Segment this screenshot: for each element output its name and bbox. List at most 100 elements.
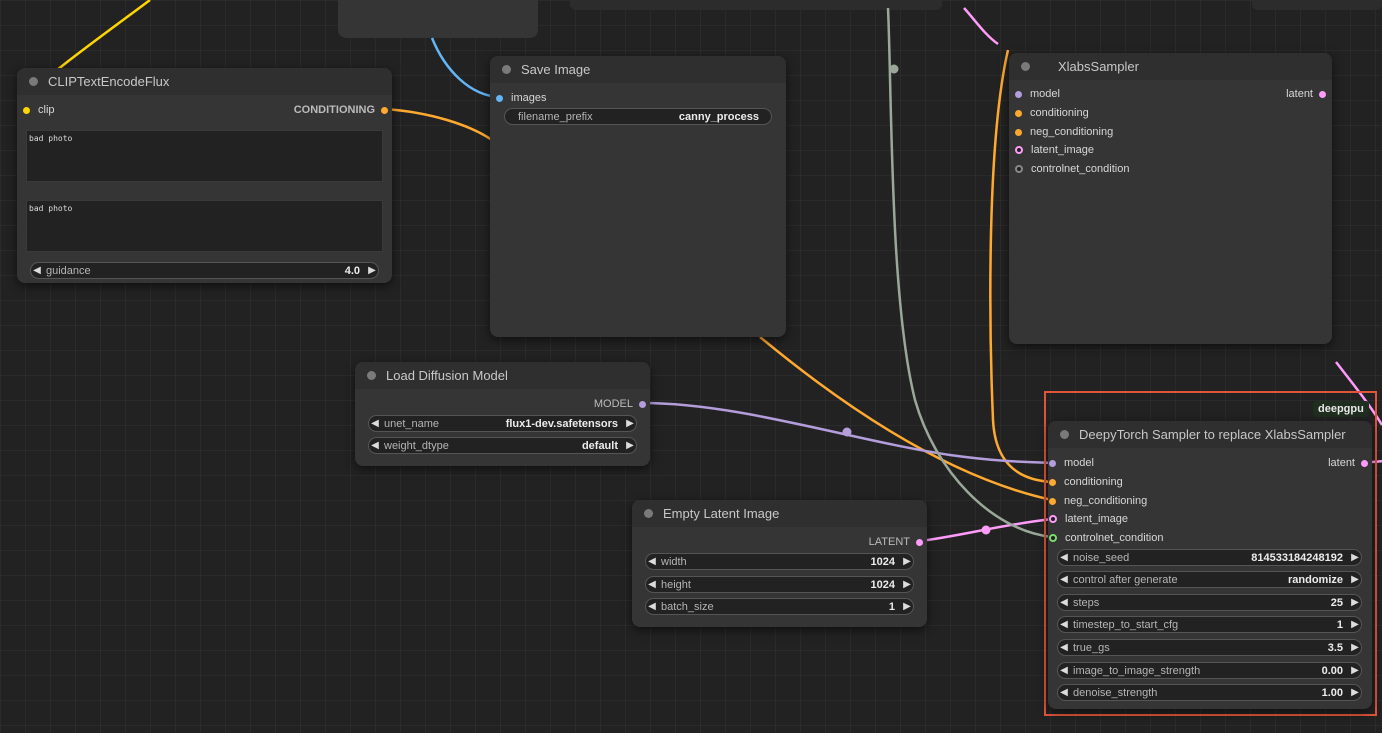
node-title-bar[interactable]: Save Image (490, 56, 786, 83)
widget-steps[interactable]: ◀ steps 25 ▶ (1057, 594, 1362, 611)
output-slot-latent[interactable]: LATENT (869, 535, 923, 549)
input-slot-latent-image[interactable]: latent_image (1049, 512, 1128, 526)
increment-arrow-icon[interactable]: ▶ (901, 601, 913, 612)
input-slot-clip[interactable]: clip (23, 103, 55, 117)
widget-guidance[interactable]: ◀ guidance 4.0 ▶ (30, 262, 379, 279)
decrement-arrow-icon[interactable]: ◀ (369, 440, 381, 451)
output-dot-icon[interactable] (1361, 459, 1368, 467)
widget-denoise-strength[interactable]: ◀ denoise_strength 1.00 ▶ (1057, 684, 1362, 701)
input-slot-controlnet-condition[interactable]: controlnet_condition (1015, 162, 1129, 176)
input-dot-icon[interactable] (1049, 478, 1056, 486)
input-slot-conditioning[interactable]: conditioning (1049, 475, 1123, 489)
increment-arrow-icon[interactable]: ▶ (1349, 597, 1361, 608)
increment-arrow-icon[interactable]: ▶ (1349, 574, 1361, 585)
node-xlabs-sampler[interactable]: XlabsSampler model conditioning neg_cond… (1009, 53, 1332, 344)
increment-arrow-icon[interactable]: ▶ (1349, 665, 1361, 676)
input-slot-neg-conditioning[interactable]: neg_conditioning (1049, 494, 1147, 508)
input-dot-icon[interactable] (1015, 109, 1022, 117)
widget-unet-name[interactable]: ◀ unet_name flux1-dev.safetensors ▶ (368, 415, 637, 432)
input-dot-icon[interactable] (1049, 515, 1057, 523)
input-dot-icon[interactable] (496, 94, 503, 102)
collapse-dot-icon[interactable] (502, 65, 511, 74)
widget-height[interactable]: ◀ height 1024 ▶ (645, 576, 914, 593)
decrement-arrow-icon[interactable]: ◀ (646, 579, 658, 590)
decrement-arrow-icon[interactable]: ◀ (1058, 665, 1070, 676)
node-empty-latent-image[interactable]: Empty Latent Image LATENT ◀ width 1024 ▶… (632, 500, 927, 627)
input-slot-latent-image[interactable]: latent_image (1015, 143, 1094, 157)
text-input-clip-l[interactable]: bad photo (26, 130, 383, 182)
input-dot-icon[interactable] (1015, 165, 1023, 173)
widget-label: image_to_image_strength (1073, 664, 1201, 677)
widget-label: weight_dtype (384, 439, 449, 452)
increment-arrow-icon[interactable]: ▶ (901, 556, 913, 567)
input-dot-icon[interactable] (23, 106, 30, 114)
decrement-arrow-icon[interactable]: ◀ (1058, 574, 1070, 585)
node-title-bar[interactable]: Load Diffusion Model (355, 362, 650, 389)
widget-timestep-to-start-cfg[interactable]: ◀ timestep_to_start_cfg 1 ▶ (1057, 616, 1362, 633)
decrement-arrow-icon[interactable]: ◀ (1058, 642, 1070, 653)
increment-arrow-icon[interactable]: ▶ (1349, 619, 1361, 630)
widget-noise-seed[interactable]: ◀ noise_seed 814533184248192 ▶ (1057, 549, 1362, 566)
decrement-arrow-icon[interactable]: ◀ (369, 418, 381, 429)
decrement-arrow-icon[interactable]: ◀ (1058, 687, 1070, 698)
output-dot-icon[interactable] (1319, 90, 1326, 98)
collapse-dot-icon[interactable] (29, 77, 38, 86)
decrement-arrow-icon[interactable]: ◀ (646, 601, 658, 612)
increment-arrow-icon[interactable]: ▶ (1349, 687, 1361, 698)
collapse-dot-icon[interactable] (644, 509, 653, 518)
collapse-dot-icon[interactable] (1021, 62, 1030, 71)
input-dot-icon[interactable] (1049, 497, 1056, 505)
node-save-image[interactable]: Save Image images filename_prefix canny_… (490, 56, 786, 337)
widget-control-after-generate[interactable]: ◀ control after generate randomize ▶ (1057, 571, 1362, 588)
output-dot-icon[interactable] (639, 400, 646, 408)
output-slot-conditioning[interactable]: CONDITIONING (294, 103, 388, 117)
input-dot-icon[interactable] (1049, 459, 1056, 467)
node-title-bar[interactable]: Empty Latent Image (632, 500, 927, 527)
increment-arrow-icon[interactable]: ▶ (901, 579, 913, 590)
collapse-dot-icon[interactable] (367, 371, 376, 380)
node-title-bar[interactable]: XlabsSampler (1009, 53, 1332, 80)
decrement-arrow-icon[interactable]: ◀ (1058, 552, 1070, 563)
widget-batch-size[interactable]: ◀ batch_size 1 ▶ (645, 598, 914, 615)
input-slot-model[interactable]: model (1015, 87, 1060, 101)
output-slot-latent[interactable]: latent (1286, 87, 1326, 101)
increment-arrow-icon[interactable]: ▶ (1349, 552, 1361, 563)
decrement-arrow-icon[interactable]: ◀ (31, 265, 43, 276)
widget-image-to-image-strength[interactable]: ◀ image_to_image_strength 0.00 ▶ (1057, 662, 1362, 679)
input-slot-conditioning[interactable]: conditioning (1015, 106, 1089, 120)
decrement-arrow-icon[interactable]: ◀ (1058, 597, 1070, 608)
increment-arrow-icon[interactable]: ▶ (624, 440, 636, 451)
node-clip-text-encode-flux[interactable]: CLIPTextEncodeFlux clip CONDITIONING bad… (17, 68, 392, 283)
increment-arrow-icon[interactable]: ▶ (624, 418, 636, 429)
increment-arrow-icon[interactable]: ▶ (1349, 642, 1361, 653)
input-slot-neg-conditioning[interactable]: neg_conditioning (1015, 125, 1113, 139)
input-dot-icon[interactable] (1015, 90, 1022, 98)
output-dot-icon[interactable] (916, 538, 923, 546)
wire-latent-reroute (981, 525, 991, 535)
increment-arrow-icon[interactable]: ▶ (366, 265, 378, 276)
input-dot-icon[interactable] (1049, 534, 1057, 542)
widget-label: batch_size (661, 600, 714, 613)
widget-width[interactable]: ◀ width 1024 ▶ (645, 553, 914, 570)
node-title-bar[interactable]: CLIPTextEncodeFlux (17, 68, 392, 95)
output-slot-model[interactable]: MODEL (594, 397, 646, 411)
collapse-dot-icon[interactable] (1060, 430, 1069, 439)
text-input-t5xxl[interactable]: bad photo (26, 200, 383, 252)
slot-label: neg_conditioning (1030, 126, 1114, 138)
widget-true-gs[interactable]: ◀ true_gs 3.5 ▶ (1057, 639, 1362, 656)
input-dot-icon[interactable] (1015, 146, 1023, 154)
output-dot-icon[interactable] (381, 106, 388, 114)
input-slot-model[interactable]: model (1049, 456, 1094, 470)
input-dot-icon[interactable] (1015, 128, 1022, 136)
decrement-arrow-icon[interactable]: ◀ (1058, 619, 1070, 630)
decrement-arrow-icon[interactable]: ◀ (646, 556, 658, 567)
node-title-bar[interactable]: DeepyTorch Sampler to replace XlabsSampl… (1048, 421, 1372, 448)
input-slot-controlnet-condition[interactable]: controlnet_condition (1049, 531, 1163, 545)
input-slot-images[interactable]: images (496, 91, 546, 105)
node-deepytorch-sampler[interactable]: DeepyTorch Sampler to replace XlabsSampl… (1048, 421, 1372, 709)
node-load-diffusion-model[interactable]: Load Diffusion Model MODEL ◀ unet_name f… (355, 362, 650, 466)
widget-weight-dtype[interactable]: ◀ weight_dtype default ▶ (368, 437, 637, 454)
output-slot-latent[interactable]: latent (1328, 456, 1368, 470)
widget-filename-prefix[interactable]: filename_prefix canny_process (504, 108, 772, 125)
node-title: Load Diffusion Model (386, 368, 508, 383)
